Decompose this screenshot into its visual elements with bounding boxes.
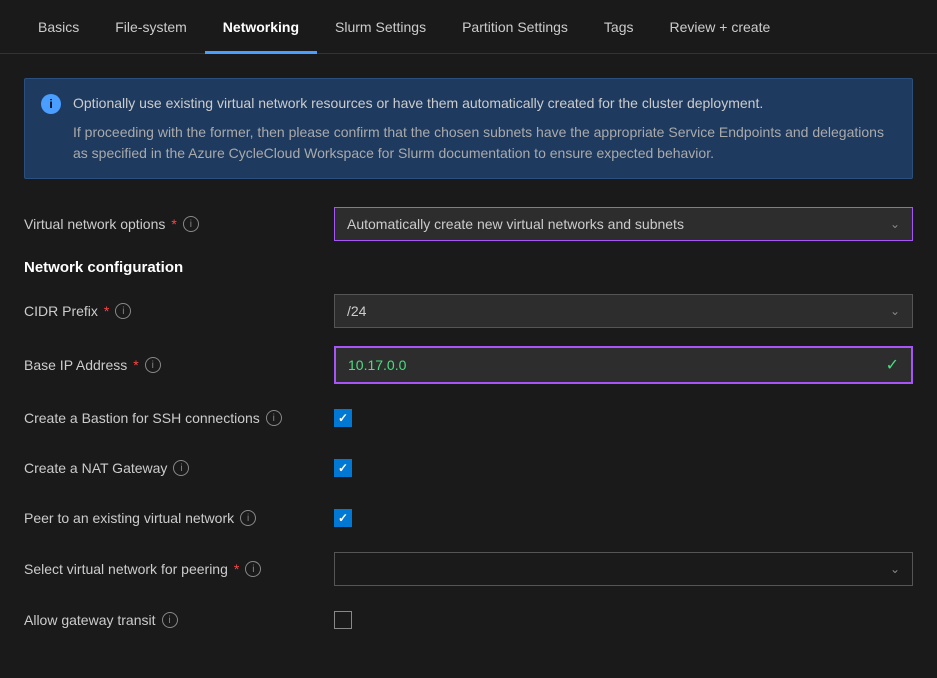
nat-checkbox-wrapper: ✓ xyxy=(334,459,913,477)
nav-item-tags[interactable]: Tags xyxy=(586,0,652,54)
nav-item-slurm[interactable]: Slurm Settings xyxy=(317,0,444,54)
base-ip-row: Base IP Address * i 10.17.0.0 ✓ xyxy=(24,346,913,384)
peer-row: Peer to an existing virtual network i ✓ xyxy=(24,502,913,534)
cidr-dropdown[interactable]: /24 ⌄ xyxy=(334,294,913,328)
virtual-network-row: Virtual network options * i Automaticall… xyxy=(24,207,913,241)
virtual-network-info-icon[interactable]: i xyxy=(183,216,199,232)
base-ip-info-icon[interactable]: i xyxy=(145,357,161,373)
main-content: i Optionally use existing virtual networ… xyxy=(0,54,937,678)
gateway-checkbox[interactable] xyxy=(334,611,352,629)
chevron-down-icon: ⌄ xyxy=(890,304,900,318)
gateway-checkbox-wrapper xyxy=(334,611,913,629)
network-config-section: Network configuration CIDR Prefix * i /2… xyxy=(24,259,913,636)
checkmark-icon: ✓ xyxy=(338,511,348,525)
peer-info-icon[interactable]: i xyxy=(240,510,256,526)
select-vnet-info-icon[interactable]: i xyxy=(245,561,261,577)
select-vnet-dropdown[interactable]: ⌄ xyxy=(334,552,913,586)
base-ip-label: Base IP Address * i xyxy=(24,357,334,373)
checkmark-icon: ✓ xyxy=(338,461,348,475)
info-text: Optionally use existing virtual network … xyxy=(73,93,896,164)
nat-row: Create a NAT Gateway i ✓ xyxy=(24,452,913,484)
chevron-down-icon: ⌄ xyxy=(890,217,900,231)
bastion-row: Create a Bastion for SSH connections i ✓ xyxy=(24,402,913,434)
select-vnet-row: Select virtual network for peering * i ⌄ xyxy=(24,552,913,586)
required-indicator: * xyxy=(104,303,109,319)
base-ip-input[interactable]: 10.17.0.0 ✓ xyxy=(334,346,913,384)
required-indicator: * xyxy=(234,561,239,577)
nav-item-basics[interactable]: Basics xyxy=(20,0,97,54)
bastion-label: Create a Bastion for SSH connections i xyxy=(24,410,334,426)
nav-item-filesystem[interactable]: File-system xyxy=(97,0,205,54)
nav-item-review[interactable]: Review + create xyxy=(652,0,789,54)
gateway-row: Allow gateway transit i xyxy=(24,604,913,636)
cidr-info-icon[interactable]: i xyxy=(115,303,131,319)
info-icon: i xyxy=(41,94,61,114)
bastion-checkbox[interactable]: ✓ xyxy=(334,409,352,427)
select-vnet-label: Select virtual network for peering * i xyxy=(24,561,334,577)
checkmark-icon: ✓ xyxy=(338,411,348,425)
peer-checkbox-wrapper: ✓ xyxy=(334,509,913,527)
cidr-row: CIDR Prefix * i /24 ⌄ xyxy=(24,294,913,328)
required-indicator: * xyxy=(171,216,176,232)
nat-checkbox[interactable]: ✓ xyxy=(334,459,352,477)
network-config-title: Network configuration xyxy=(24,259,913,276)
chevron-down-icon: ⌄ xyxy=(890,562,900,576)
bastion-info-icon[interactable]: i xyxy=(266,410,282,426)
top-navigation: Basics File-system Networking Slurm Sett… xyxy=(0,0,937,54)
nav-item-partition[interactable]: Partition Settings xyxy=(444,0,586,54)
nav-item-networking[interactable]: Networking xyxy=(205,0,317,54)
info-banner: i Optionally use existing virtual networ… xyxy=(24,78,913,179)
gateway-info-icon[interactable]: i xyxy=(162,612,178,628)
peer-label: Peer to an existing virtual network i xyxy=(24,510,334,526)
bastion-checkbox-wrapper: ✓ xyxy=(334,409,913,427)
nat-info-icon[interactable]: i xyxy=(173,460,189,476)
peer-checkbox[interactable]: ✓ xyxy=(334,509,352,527)
required-indicator: * xyxy=(133,357,138,373)
valid-check-icon: ✓ xyxy=(886,355,899,375)
virtual-network-dropdown[interactable]: Automatically create new virtual network… xyxy=(334,207,913,241)
virtual-network-label: Virtual network options * i xyxy=(24,216,334,232)
nat-label: Create a NAT Gateway i xyxy=(24,460,334,476)
cidr-label: CIDR Prefix * i xyxy=(24,303,334,319)
gateway-label: Allow gateway transit i xyxy=(24,612,334,628)
